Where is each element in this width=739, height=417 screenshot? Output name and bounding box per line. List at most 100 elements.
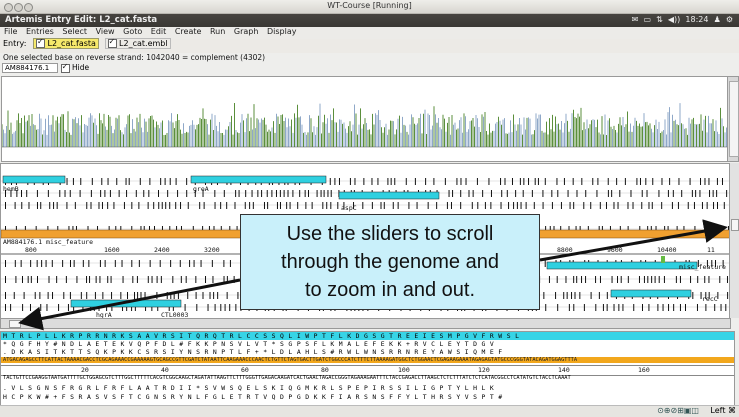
stop-codon-mark: [156, 292, 157, 299]
ruler-tick-2400: 2400: [154, 246, 170, 254]
stop-codon-mark: [628, 276, 629, 283]
stop-codon-mark: [49, 276, 50, 283]
clock[interactable]: 18:24: [685, 15, 708, 24]
stop-codon-mark: [391, 178, 392, 185]
stop-codon-mark: [35, 292, 36, 299]
stop-codon-mark: [186, 276, 187, 283]
stop-codon-mark: [570, 202, 571, 209]
menu-select[interactable]: Select: [62, 27, 87, 36]
stop-codon-mark: [91, 190, 92, 197]
base-tick-80: 80: [321, 366, 329, 374]
menu-file[interactable]: File: [4, 27, 17, 36]
stop-codon-mark: [98, 202, 99, 209]
base-tick-40: 40: [161, 366, 169, 374]
stop-codon-mark: [172, 276, 173, 283]
stop-codon-mark: [661, 202, 662, 209]
graph-vertical-scrollbar[interactable]: [727, 76, 739, 162]
feature-horizontal-scrollbar[interactable]: [0, 318, 731, 329]
stop-codon-mark: [337, 202, 338, 209]
stop-codon-mark: [673, 304, 674, 311]
user-icon[interactable]: ♟: [714, 15, 721, 24]
gc-content-graph[interactable]: [1, 76, 728, 162]
stop-codon-mark: [31, 276, 32, 283]
stop-codon-mark: [189, 260, 190, 267]
stop-codon-mark: [672, 202, 673, 209]
feature-vertical-scrollbar[interactable]: [729, 163, 739, 318]
stop-codon-mark: [657, 304, 658, 311]
stop-codon-mark: [504, 178, 505, 185]
stop-codon-mark: [618, 304, 619, 311]
entry-l2-embl[interactable]: L2_cat.embl: [105, 38, 171, 49]
stop-codon-mark: [606, 202, 607, 209]
settings-icon[interactable]: ⚙: [726, 15, 733, 24]
graph-scroll-thumb[interactable]: [729, 81, 739, 157]
entry-l2-fasta[interactable]: L2_cat.fasta: [33, 38, 99, 49]
stop-codon-mark: [607, 292, 608, 299]
stop-codon-mark: [113, 202, 114, 209]
stop-codon-mark: [234, 276, 235, 283]
stop-codon-mark: [557, 190, 558, 197]
stop-codon-mark: [517, 202, 518, 209]
stop-codon-mark: [140, 292, 141, 299]
stop-codon-mark: [456, 178, 457, 185]
scroll-slider-thumb[interactable]: [9, 320, 21, 328]
sequence-dropdown[interactable]: AM884176.1: [2, 63, 58, 73]
stop-codon-mark: [137, 276, 138, 283]
menu-display[interactable]: Display: [267, 27, 297, 36]
stop-codon-mark: [473, 190, 474, 197]
stop-codon-mark: [284, 190, 285, 197]
stop-codon-mark: [477, 202, 478, 209]
menu-view[interactable]: View: [96, 27, 115, 36]
stop-codon-mark: [95, 292, 96, 299]
stop-codon-mark: [305, 190, 306, 197]
stop-codon-mark: [633, 304, 634, 311]
stop-codon-mark: [393, 202, 394, 209]
stop-codon-mark: [625, 178, 626, 185]
menu-graph[interactable]: Graph: [234, 27, 259, 36]
hide-checkbox[interactable]: [61, 64, 70, 73]
mail-icon[interactable]: ✉: [632, 15, 639, 24]
stop-codon-mark: [165, 202, 166, 209]
menu-edit[interactable]: Edit: [151, 27, 167, 36]
stop-codon-mark: [472, 202, 473, 209]
stop-codon-mark: [627, 202, 628, 209]
menu-goto[interactable]: Goto: [123, 27, 142, 36]
stop-codon-mark: [451, 202, 452, 209]
stop-codon-mark: [317, 190, 318, 197]
stop-codon-mark: [70, 292, 71, 299]
stop-codon-mark: [160, 178, 161, 185]
stop-codon-mark: [331, 190, 332, 197]
stop-codon-mark: [230, 260, 231, 267]
volume-icon[interactable]: ◀)): [668, 15, 680, 24]
base-display[interactable]: M T R L P L L K R P R R N R K S A A V R …: [0, 331, 735, 407]
entry-label: Entry:: [3, 39, 26, 48]
stop-codon-mark: [652, 202, 653, 209]
stop-codon-mark: [150, 260, 151, 267]
stop-codon-mark: [688, 202, 689, 209]
stop-codon-mark: [569, 304, 570, 311]
stop-codon-mark: [692, 190, 693, 197]
zoom-slider-thumb[interactable]: [731, 219, 739, 231]
stop-codon-mark: [647, 276, 648, 283]
stop-codon-mark: [59, 190, 60, 197]
battery-icon[interactable]: ▭: [643, 15, 651, 24]
network-icon[interactable]: ⇅: [656, 15, 663, 24]
stop-codon-mark: [398, 202, 399, 209]
menu-create[interactable]: Create: [175, 27, 202, 36]
menu-run[interactable]: Run: [210, 27, 225, 36]
stop-codon-mark: [14, 292, 15, 299]
stop-codon-mark: [567, 292, 568, 299]
stop-codon-mark: [642, 190, 643, 197]
stop-codon-mark: [600, 276, 601, 283]
entry-embl-checkbox[interactable]: [108, 39, 117, 48]
stop-codon-mark: [66, 276, 67, 283]
stop-codon-mark: [507, 190, 508, 197]
graph-plot: [2, 77, 727, 161]
ruler-tick-1600: 1600: [104, 246, 120, 254]
entry-fasta-checkbox[interactable]: [36, 39, 45, 48]
stop-codon-mark: [100, 190, 101, 197]
stop-codon-mark: [76, 276, 77, 283]
menu-entries[interactable]: Entries: [26, 27, 54, 36]
stop-codon-mark: [28, 276, 29, 283]
stop-codon-mark: [658, 190, 659, 197]
